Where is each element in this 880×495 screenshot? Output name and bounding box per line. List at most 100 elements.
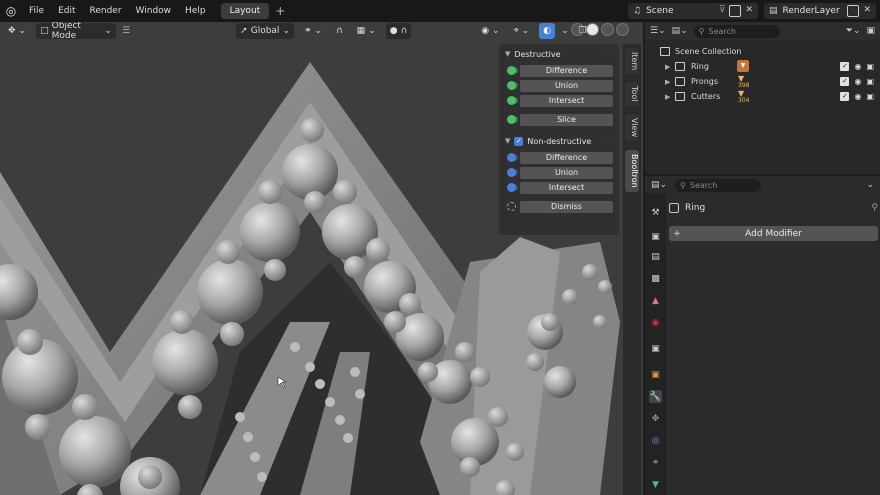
properties-editor-icon[interactable]: ▤⌄ xyxy=(651,180,667,190)
nd-intersect-button[interactable]: Intersect xyxy=(520,181,613,194)
expand-arrow-icon[interactable]: ▶ xyxy=(665,63,670,71)
tab-view[interactable]: View xyxy=(625,114,639,141)
blender-logo-icon[interactable]: ◎ xyxy=(0,0,22,22)
chevron-down-icon: ⌄ xyxy=(104,26,113,36)
properties-header: ▤⌄ ⚲ Search ⌄ xyxy=(645,176,880,194)
expand-arrow-icon[interactable]: ▶ xyxy=(665,93,670,101)
tab-item[interactable]: Item xyxy=(625,48,639,75)
pin-icon[interactable]: ⊽ xyxy=(719,5,726,17)
eye-icon[interactable]: ◉ xyxy=(854,77,861,86)
camera-icon[interactable]: ▣ xyxy=(866,92,874,101)
object-name: Ring xyxy=(685,203,706,213)
add-modifier-button[interactable]: + Add Modifier xyxy=(669,226,878,241)
checkbox-icon[interactable]: ✓ xyxy=(840,77,850,86)
grid-snap-icon: ▦ xyxy=(356,26,366,36)
difference-button[interactable]: Difference xyxy=(520,64,613,77)
editor-type-dropdown[interactable]: ✥ ⌄ xyxy=(4,23,30,39)
constraints-tab-icon[interactable]: ⚭ xyxy=(649,456,662,469)
physics-tab-icon[interactable]: ◎ xyxy=(649,434,662,447)
outliner-search-input[interactable]: ⚲ Search xyxy=(693,24,780,38)
scene-collection-row[interactable]: Scene Collection xyxy=(645,44,880,59)
cutters-label: Cutters xyxy=(691,92,721,101)
outliner-row-ring[interactable]: ▶ Ring ▼ ✓ ◉ ▣ xyxy=(645,59,880,74)
eye-icon[interactable]: ◉ xyxy=(854,92,861,101)
new-scene-icon[interactable] xyxy=(729,5,742,17)
slice-button[interactable]: Slice xyxy=(520,113,613,126)
chevron-down-icon: ▼ xyxy=(505,50,511,58)
chevron-down-icon: ▼ xyxy=(505,137,511,145)
snap-toggle[interactable]: ∩ xyxy=(332,23,347,39)
tab-layout[interactable]: Layout xyxy=(220,3,270,19)
gizmo-dropdown[interactable]: ⌖ ⌄ xyxy=(510,23,534,39)
modifier-tab-icon[interactable]: 🔧 xyxy=(649,390,662,403)
outliner-row-prongs[interactable]: ▶ Prongs ▼ 398 ✓ ◉ ▣ xyxy=(645,74,880,89)
axis-icon: ➚ xyxy=(240,26,248,36)
chevron-down-icon[interactable]: ⌄ xyxy=(561,26,569,36)
union-icon xyxy=(507,81,516,90)
menu-help[interactable]: Help xyxy=(178,0,213,22)
visibility-dropdown[interactable]: ◉ ⌄ xyxy=(477,23,503,39)
particles-tab-icon[interactable]: ✥ xyxy=(649,412,662,425)
new-collection-icon[interactable]: ▣ xyxy=(866,26,875,36)
menu-edit[interactable]: Edit xyxy=(51,0,82,22)
new-layer-icon[interactable] xyxy=(847,5,860,17)
xray-toggle[interactable]: ❒ xyxy=(575,23,591,39)
expand-arrow-icon[interactable]: ▶ xyxy=(665,78,670,86)
display-mode-icon[interactable]: ▤⌄ xyxy=(672,26,688,36)
add-workspace-button[interactable]: + xyxy=(269,4,291,18)
render-layer-selector[interactable]: ▤ RenderLayer ✕ xyxy=(764,3,876,19)
nondestructive-checkbox[interactable]: ✓ xyxy=(514,136,524,146)
pivot-dropdown[interactable]: ⚭ ⌄ xyxy=(300,23,326,39)
mode-dropdown[interactable]: □ Object Mode ⌄ xyxy=(36,22,117,41)
object-tab-icon[interactable]: ▣ xyxy=(649,368,662,381)
scene-selector[interactable]: ♫ Scene ⊽ ✕ xyxy=(628,3,758,19)
intersect-icon xyxy=(507,96,516,105)
proportional-edit[interactable]: ● ∩ xyxy=(385,23,412,39)
menu-file[interactable]: File xyxy=(22,0,51,22)
filter-icon[interactable]: ⏷⌄ xyxy=(846,26,861,36)
chevron-down-icon[interactable]: ⌄ xyxy=(866,180,874,190)
close-icon[interactable]: ✕ xyxy=(863,5,871,17)
nondestructive-header[interactable]: ▼ ✓ Non-destructive ⋯ xyxy=(505,134,613,148)
union-button[interactable]: Union xyxy=(520,79,613,92)
camera-icon[interactable]: ▣ xyxy=(866,62,874,71)
checkbox-icon[interactable]: ✓ xyxy=(840,62,850,71)
destructive-header[interactable]: ▼ Destructive ⋯ xyxy=(505,47,613,61)
tab-booltron[interactable]: Booltron xyxy=(625,150,639,192)
viewport-header: ✥ ⌄ □ Object Mode ⌄ ☰ ➚ Global ⌄ ⚭ ⌄ ∩ ▦ ⌄ … xyxy=(0,22,643,41)
tool-tab-icon[interactable]: ⚒ xyxy=(649,206,662,219)
chevron-down-icon: ⌄ xyxy=(368,26,376,36)
render-tab-icon[interactable]: ▣ xyxy=(649,230,662,243)
camera-icon[interactable]: ▣ xyxy=(866,77,874,86)
scene-tab-icon[interactable]: ▲ xyxy=(649,294,662,307)
pin-icon[interactable]: ⚲ xyxy=(871,203,878,213)
difference-icon xyxy=(507,153,516,162)
outliner-editor-icon[interactable]: ☰⌄ xyxy=(650,26,666,36)
overlay-dropdown[interactable]: ◐ xyxy=(539,23,556,39)
checkbox-icon[interactable]: ✓ xyxy=(840,92,850,101)
snap-dropdown[interactable]: ▦ ⌄ xyxy=(353,23,380,39)
intersect-button[interactable]: Intersect xyxy=(520,94,613,107)
view-layer-tab-icon[interactable]: ▩ xyxy=(649,272,662,285)
drag-handle-icon[interactable]: ⋯ xyxy=(606,50,613,58)
outliner-row-cutters[interactable]: ▶ Cutters ▼ 304 ✓ ◉ ▣ xyxy=(645,89,880,104)
menu-render[interactable]: Render xyxy=(83,0,129,22)
close-icon[interactable]: ✕ xyxy=(745,5,753,17)
dismiss-button[interactable]: Dismiss xyxy=(520,200,613,213)
tab-tool[interactable]: Tool xyxy=(625,82,639,106)
menu-icon[interactable]: ☰ xyxy=(122,26,130,36)
object-mode-icon: □ xyxy=(40,26,49,36)
properties-editor: ▤⌄ ⚲ Search ⌄ ⚒ ▣ ▤ ▩ ▲ ◉ ▣ ▣ 🔧 ✥ ◎ ⚭ ▼ … xyxy=(645,176,880,495)
output-tab-icon[interactable]: ▤ xyxy=(649,250,662,263)
drag-handle-icon[interactable]: ⋯ xyxy=(606,137,613,145)
collection-tab-icon[interactable]: ▣ xyxy=(649,342,662,355)
destructive-title: Destructive xyxy=(514,49,561,59)
eye-icon[interactable]: ◉ xyxy=(854,62,861,71)
world-tab-icon[interactable]: ◉ xyxy=(649,316,662,329)
data-tab-icon[interactable]: ▼ xyxy=(649,478,662,491)
menu-window[interactable]: Window xyxy=(129,0,179,22)
properties-search-input[interactable]: ⚲ Search xyxy=(675,178,762,192)
nd-union-button[interactable]: Union xyxy=(520,166,613,179)
nd-difference-button[interactable]: Difference xyxy=(520,151,613,164)
orientation-dropdown[interactable]: ➚ Global ⌄ xyxy=(236,23,294,39)
